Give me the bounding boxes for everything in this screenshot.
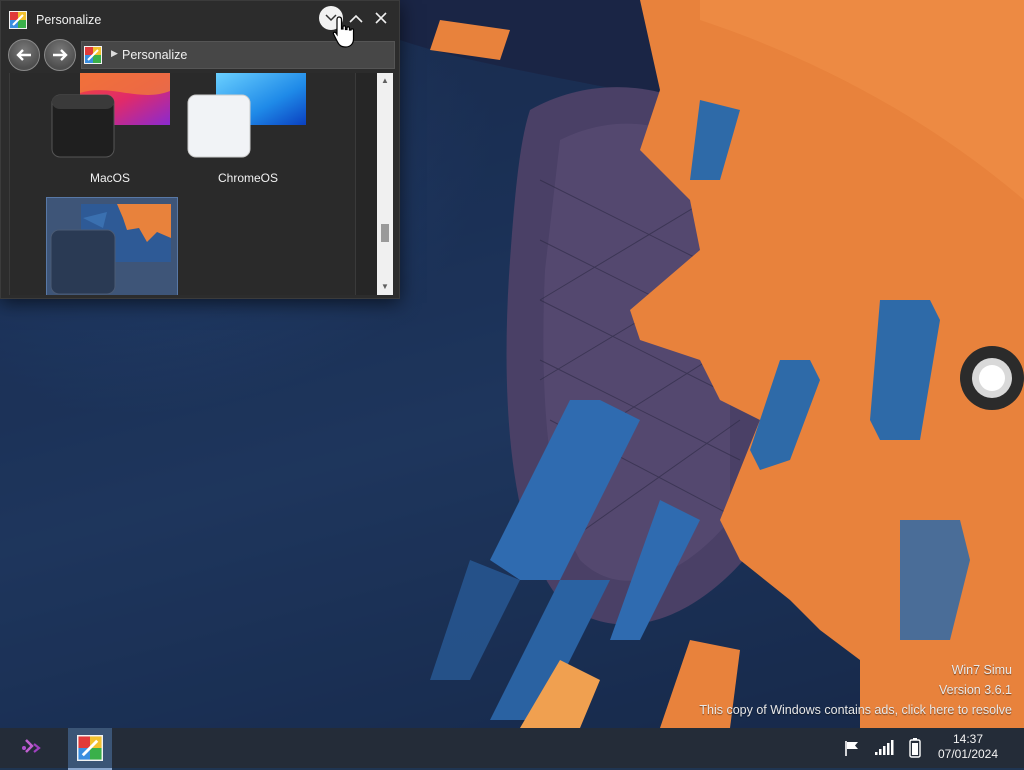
- theme-label-macos: MacOS: [89, 171, 130, 185]
- battery-icon[interactable]: [905, 738, 925, 758]
- personalize-window: Personalize ▶ Personalize MacOS ChromeOS…: [0, 0, 400, 299]
- vertical-scrollbar[interactable]: ▲ ▼: [377, 73, 393, 295]
- personalize-app-icon: [9, 11, 27, 29]
- arrow-left-icon: [16, 49, 31, 61]
- theme-tile-macos[interactable]: MacOS: [50, 73, 180, 185]
- flag-icon[interactable]: [842, 738, 862, 758]
- clock-date: 07/01/2024: [937, 747, 999, 761]
- scroll-up-arrow-icon[interactable]: ▲: [377, 73, 393, 89]
- widget-ring: [972, 358, 1012, 398]
- theme-list-pane: MacOS ChromeOS ▲ ▼: [9, 73, 393, 295]
- taskbar-clock[interactable]: 14:37 07/01/2024: [928, 732, 1008, 762]
- back-button[interactable]: [8, 39, 40, 71]
- scroll-down-arrow-icon[interactable]: ▼: [377, 279, 393, 295]
- watermark[interactable]: Win7 Simu Version 3.6.1 This copy of Win…: [592, 660, 1012, 720]
- close-button[interactable]: [368, 5, 394, 31]
- start-icon: [22, 739, 41, 753]
- signal-icon[interactable]: [874, 738, 894, 758]
- clock-time: 14:37: [952, 732, 984, 746]
- chromeos-preview-image: [187, 73, 306, 158]
- watermark-notice[interactable]: This copy of Windows contains ads, click…: [592, 700, 1012, 720]
- personalize-address-icon: [84, 46, 102, 64]
- theme-label-chromeos: ChromeOS: [217, 171, 279, 185]
- hand-cursor-icon: [332, 16, 355, 48]
- forward-button[interactable]: [44, 39, 76, 71]
- theme-tile-chromeos[interactable]: ChromeOS: [186, 73, 316, 185]
- watermark-product: Win7 Simu: [951, 663, 1012, 677]
- window-title: Personalize: [36, 13, 102, 27]
- selected-theme-preview-image: [50, 204, 171, 295]
- breadcrumb-personalize[interactable]: Personalize: [122, 48, 187, 62]
- watermark-version: Version 3.6.1: [939, 683, 1012, 697]
- theme-grid: MacOS ChromeOS: [9, 73, 356, 295]
- close-icon: [375, 12, 387, 24]
- taskbar: 14:37 07/01/2024: [0, 728, 1024, 770]
- start-button[interactable]: [14, 734, 48, 762]
- scrollbar-thumb[interactable]: [381, 224, 389, 242]
- taskbar-item-personalize[interactable]: [68, 728, 112, 770]
- desktop-widget-button[interactable]: [960, 346, 1024, 410]
- arrow-right-icon: [53, 49, 68, 61]
- personalize-taskbar-icon: [77, 735, 103, 761]
- widget-dot: [979, 365, 1005, 391]
- macos-preview-image: [51, 73, 170, 158]
- breadcrumb-chevron-icon: ▶: [111, 48, 118, 58]
- theme-tile-selected[interactable]: [46, 197, 178, 295]
